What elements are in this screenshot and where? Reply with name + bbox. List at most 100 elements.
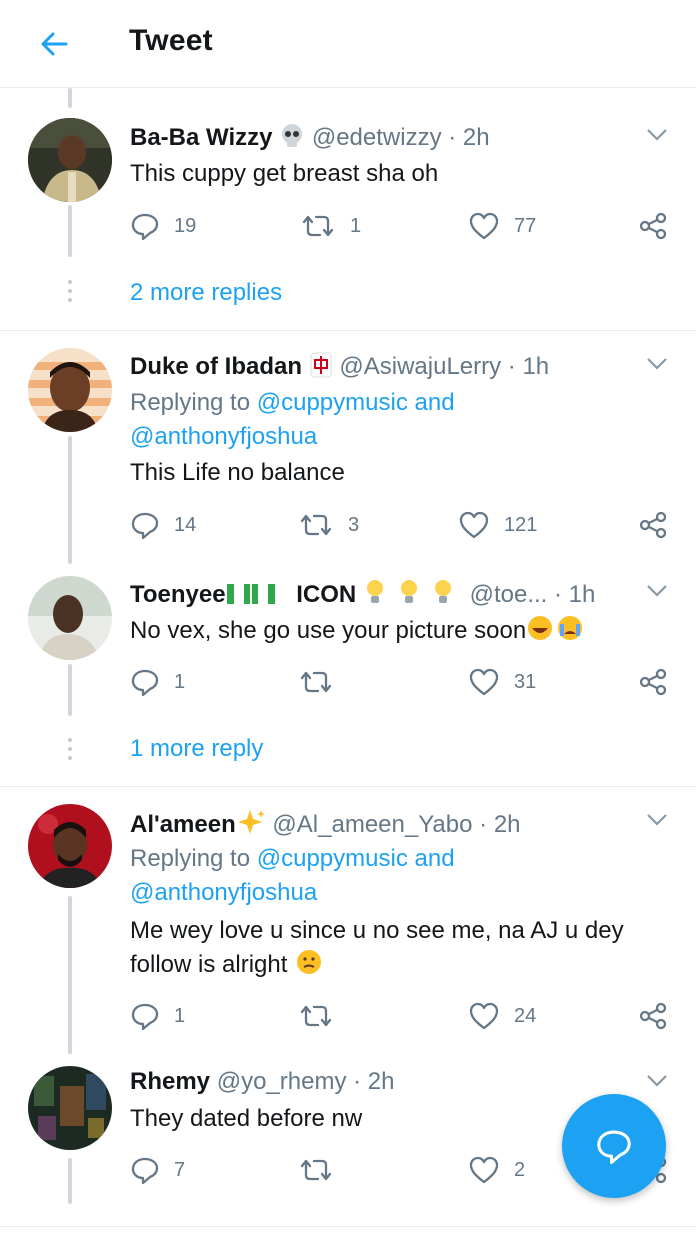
chevron-down-icon[interactable] — [646, 813, 668, 827]
heart-icon — [469, 1156, 499, 1184]
divider — [0, 330, 696, 331]
timestamp: 1h — [568, 581, 596, 608]
share-icon — [639, 511, 667, 539]
more-replies-link[interactable]: 1 more reply — [130, 735, 263, 763]
tweet-actions: 1 31 — [0, 664, 696, 700]
avatar[interactable] — [28, 118, 112, 202]
separator-dot: · — [501, 353, 523, 380]
laughing-crying-emoji-icon — [526, 614, 586, 652]
heart-icon — [469, 668, 499, 696]
avatar[interactable] — [28, 1066, 112, 1150]
like-button[interactable]: 31 — [468, 664, 536, 700]
heart-icon — [469, 212, 499, 240]
tweet-actions: 19 1 77 — [0, 208, 696, 244]
user-handle[interactable]: @toe... — [470, 581, 548, 608]
share-icon — [639, 1002, 667, 1030]
thread-line — [68, 88, 72, 108]
display-name[interactable]: Al'ameen — [130, 811, 236, 838]
light-bulb-emoji-icon — [363, 578, 463, 613]
reply-count: 7 — [174, 1158, 186, 1181]
share-button[interactable] — [638, 208, 668, 244]
avatar[interactable] — [28, 348, 112, 432]
share-button[interactable] — [638, 998, 668, 1034]
retweet-icon — [300, 514, 332, 536]
chevron-down-icon[interactable] — [646, 357, 668, 371]
avatar[interactable] — [28, 576, 112, 660]
share-button[interactable] — [638, 664, 668, 700]
divider — [0, 1226, 696, 1227]
divider — [0, 786, 696, 787]
user-handle[interactable]: @edetwizzy — [312, 124, 442, 151]
tweet-text-content: No vex, she go use your picture soon — [130, 617, 527, 644]
tweet-actions: 14 3 121 — [0, 507, 696, 543]
reply-icon — [131, 669, 159, 697]
user-handle[interactable]: @yo_rhemy — [217, 1068, 347, 1095]
mention-link[interactable]: @anthonyfjoshua — [130, 879, 317, 906]
green-bars-emoji-icon — [226, 582, 290, 613]
retweet-button[interactable]: 1 — [300, 208, 361, 244]
reply-button[interactable]: 14 — [130, 507, 196, 543]
tweet-text-line: follow is alright — [130, 951, 288, 978]
display-name[interactable]: Rhemy — [130, 1068, 210, 1095]
thread-dots — [68, 738, 72, 765]
retweet-button[interactable] — [298, 998, 334, 1034]
display-name-suffix[interactable]: ICON — [296, 581, 356, 608]
tweet-text: This Life no balance — [130, 459, 345, 486]
retweet-button[interactable]: 3 — [298, 507, 359, 543]
reply-count: 1 — [174, 670, 186, 693]
like-count: 77 — [514, 214, 537, 237]
replying-to-label: Replying to — [130, 845, 257, 872]
share-icon — [639, 212, 667, 240]
retweet-icon — [300, 671, 332, 693]
retweet-button[interactable] — [298, 664, 334, 700]
retweet-button[interactable] — [298, 1152, 334, 1188]
separator-dot: · — [346, 1068, 368, 1095]
share-button[interactable] — [638, 507, 668, 543]
chevron-down-icon[interactable] — [646, 584, 668, 598]
confused-face-emoji-icon — [294, 948, 324, 986]
user-handle[interactable]: @Al_ameen_Yabo — [272, 811, 472, 838]
like-button[interactable]: 24 — [468, 998, 536, 1034]
timestamp: 2h — [367, 1068, 395, 1095]
reply-button[interactable]: 1 — [130, 998, 185, 1034]
share-icon — [639, 668, 667, 696]
chevron-down-icon[interactable] — [646, 128, 668, 142]
more-replies-link[interactable]: 2 more replies — [130, 279, 282, 307]
like-button[interactable]: 2 — [468, 1152, 525, 1188]
retweet-icon — [300, 1159, 332, 1181]
like-button[interactable]: 77 — [468, 208, 536, 244]
mention-link[interactable]: @cuppymusic and — [257, 845, 455, 872]
mention-link[interactable]: @cuppymusic and — [257, 389, 455, 416]
chevron-down-icon[interactable] — [646, 1074, 668, 1088]
top-bar: Tweet — [0, 0, 696, 88]
replying-to: Replying to @cuppymusic and @anthonyfjos… — [130, 386, 670, 454]
tweet-text: Me wey love u since u no see me, na AJ u… — [130, 914, 670, 986]
reply-button[interactable]: 1 — [130, 664, 185, 700]
tweet-text: This cuppy get breast sha oh — [130, 160, 439, 187]
like-count: 121 — [504, 513, 538, 536]
reply-icon — [131, 213, 159, 241]
reply-button[interactable]: 7 — [130, 1152, 185, 1188]
thread-dots — [68, 280, 72, 307]
back-arrow-icon[interactable] — [36, 26, 72, 62]
replying-to: Replying to @cuppymusic and @anthonyfjos… — [130, 842, 670, 910]
display-name[interactable]: Toenyee — [130, 581, 226, 608]
avatar[interactable] — [28, 804, 112, 888]
compose-reply-button[interactable] — [562, 1094, 666, 1198]
heart-icon — [459, 511, 489, 539]
tweet-actions: 1 24 — [0, 998, 696, 1034]
display-name[interactable]: Duke of Ibadan — [130, 353, 302, 380]
thread-line — [68, 436, 72, 564]
tweet-text-line: Me wey love u since u no see me, na AJ u… — [130, 917, 624, 944]
like-button[interactable]: 121 — [458, 507, 537, 543]
reply-icon — [131, 1003, 159, 1031]
display-name[interactable]: Ba-Ba Wizzy — [130, 124, 272, 151]
timestamp: 2h — [493, 811, 521, 838]
like-count: 31 — [514, 670, 537, 693]
retweet-count: 1 — [350, 214, 362, 237]
mention-link[interactable]: @anthonyfjoshua — [130, 423, 317, 450]
separator-dot: · — [547, 581, 569, 608]
reply-bubble-icon — [597, 1130, 631, 1164]
user-handle[interactable]: @AsiwajuLerry — [339, 353, 501, 380]
reply-button[interactable]: 19 — [130, 208, 196, 244]
